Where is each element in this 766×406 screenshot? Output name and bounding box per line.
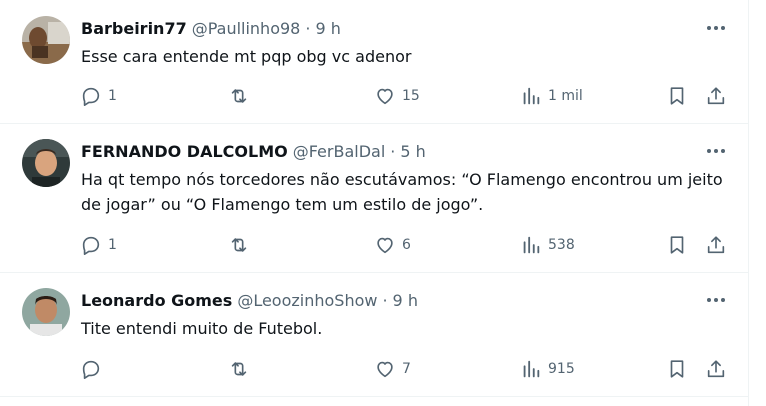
like-count: 6	[402, 237, 411, 253]
bookmark-button[interactable]	[666, 84, 688, 108]
like-icon	[374, 234, 396, 256]
more-options-button[interactable]	[702, 290, 730, 310]
tweet-header: FERNANDO DALCOLMO @FerBalDal · 5 h	[81, 140, 426, 162]
tweet-text: Ha qt tempo nós torcedores não escutávam…	[81, 170, 728, 214]
author-handle[interactable]: @Paullinho98	[192, 19, 301, 38]
timestamp[interactable]: 9 h	[315, 19, 340, 38]
retweet-icon	[228, 85, 250, 107]
like-icon	[374, 85, 396, 107]
views-count: 538	[548, 237, 575, 253]
like-button[interactable]: 15	[374, 84, 420, 108]
timeline-feed: Barbeirin77 @Paullinho98 · 9 h Esse cara…	[0, 0, 749, 406]
avatar[interactable]	[22, 288, 70, 336]
bookmark-icon	[666, 85, 688, 107]
author-name[interactable]: Leonardo Gomes	[81, 291, 232, 310]
tweet[interactable]: Barbeirin77 @Paullinho98 · 9 h Esse cara…	[0, 0, 748, 124]
like-button[interactable]: 7	[374, 357, 411, 381]
bookmark-icon	[666, 358, 688, 380]
like-count: 7	[402, 361, 411, 377]
tweet-header: Barbeirin77 @Paullinho98 · 9 h	[81, 17, 341, 39]
reply-icon	[80, 358, 102, 380]
timestamp[interactable]: 5 h	[400, 142, 425, 161]
views-button[interactable]: 538	[520, 233, 575, 257]
share-icon	[705, 358, 727, 380]
reply-icon	[80, 234, 102, 256]
tweet-text: Esse cara entende mt pqp obg vc adenor	[81, 47, 412, 66]
share-icon	[705, 234, 727, 256]
reply-button[interactable]	[80, 357, 108, 381]
like-button[interactable]: 6	[374, 233, 411, 257]
reply-icon	[80, 85, 102, 107]
more-horizontal-icon	[707, 298, 725, 302]
share-button[interactable]	[705, 357, 727, 381]
views-icon	[520, 85, 542, 107]
reply-count: 1	[108, 237, 117, 253]
reply-button[interactable]: 1	[80, 84, 117, 108]
views-count: 915	[548, 361, 575, 377]
more-options-button[interactable]	[702, 141, 730, 161]
reply-count: 1	[108, 88, 117, 104]
like-icon	[374, 358, 396, 380]
reply-button[interactable]: 1	[80, 233, 117, 257]
tweet-text: Tite entendi muito de Futebol.	[81, 319, 323, 338]
separator-dot: ·	[382, 290, 388, 310]
avatar[interactable]	[22, 16, 70, 64]
views-icon	[520, 234, 542, 256]
retweet-icon	[228, 234, 250, 256]
retweet-button[interactable]	[228, 233, 256, 257]
more-horizontal-icon	[707, 149, 725, 153]
author-name[interactable]: FERNANDO DALCOLMO	[81, 142, 288, 161]
tweet[interactable]: Leonardo Gomes @LeoozinhoShow · 9 h Tite…	[0, 272, 748, 397]
separator-dot: ·	[305, 18, 311, 38]
views-count: 1 mil	[548, 88, 583, 104]
author-name[interactable]: Barbeirin77	[81, 19, 187, 38]
share-button[interactable]	[705, 84, 727, 108]
tweet-header: Leonardo Gomes @LeoozinhoShow · 9 h	[81, 289, 418, 311]
like-count: 15	[402, 88, 420, 104]
retweet-icon	[228, 358, 250, 380]
more-options-button[interactable]	[702, 18, 730, 38]
bookmark-button[interactable]	[666, 357, 688, 381]
timestamp[interactable]: 9 h	[393, 291, 418, 310]
author-handle[interactable]: @FerBalDal	[293, 142, 386, 161]
share-icon	[705, 85, 727, 107]
avatar[interactable]	[22, 139, 70, 187]
author-handle[interactable]: @LeoozinhoShow	[237, 291, 377, 310]
retweet-button[interactable]	[228, 357, 256, 381]
bookmark-icon	[666, 234, 688, 256]
retweet-button[interactable]	[228, 84, 256, 108]
views-icon	[520, 358, 542, 380]
views-button[interactable]: 1 mil	[520, 84, 583, 108]
share-button[interactable]	[705, 233, 727, 257]
tweet[interactable]: FERNANDO DALCOLMO @FerBalDal · 5 h Ha qt…	[0, 123, 748, 273]
separator-dot: ·	[390, 141, 396, 161]
more-horizontal-icon	[707, 26, 725, 30]
bookmark-button[interactable]	[666, 233, 688, 257]
views-button[interactable]: 915	[520, 357, 575, 381]
